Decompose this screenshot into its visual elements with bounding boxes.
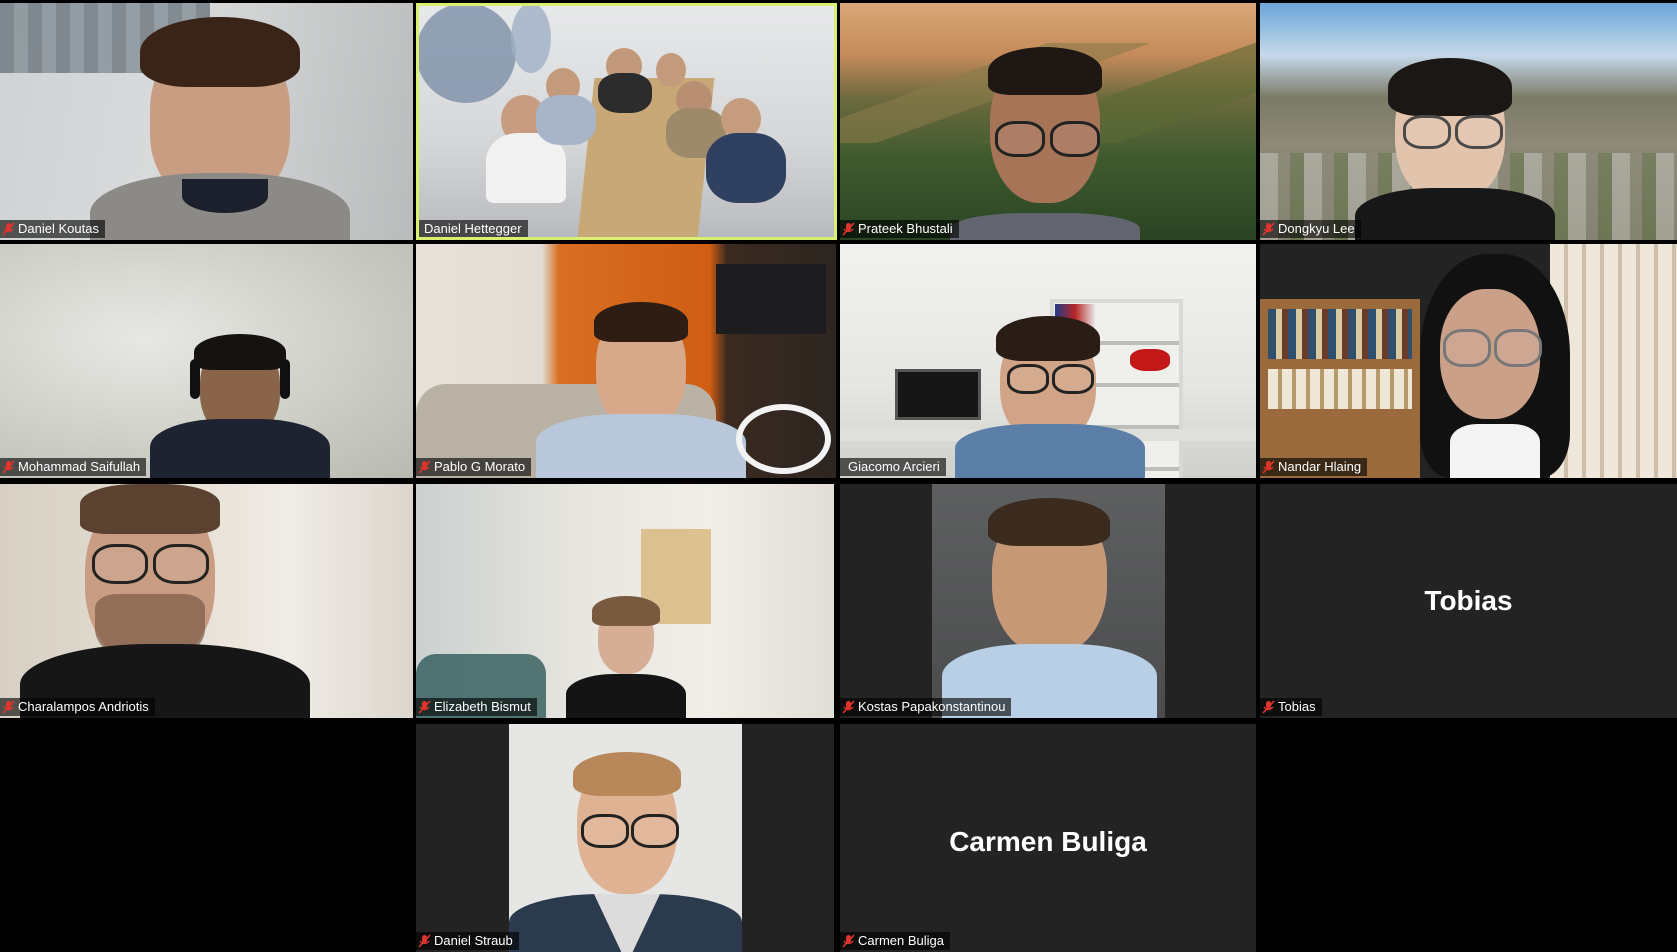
participant-name: Nandar Hlaing: [1278, 459, 1362, 474]
participant-tile[interactable]: Elizabeth Bismut: [416, 484, 834, 718]
participant-nameplate: Tobias: [1260, 698, 1322, 716]
participant-display-name: Carmen Buliga: [949, 826, 1147, 857]
participant-name: Prateek Bhustali: [858, 221, 953, 236]
participant-tile[interactable]: Daniel Koutas: [0, 3, 413, 240]
video-feed: [416, 244, 836, 478]
participant-name: Giacomo Arcieri: [848, 459, 940, 474]
mic-muted-icon: [842, 222, 855, 236]
participant-name: Tobias: [1278, 699, 1316, 714]
participant-name: Charalampos Andriotis: [18, 699, 149, 714]
mic-muted-icon: [2, 700, 15, 714]
participant-nameplate: Daniel Straub: [416, 932, 519, 950]
participant-tile-video-off[interactable]: Tobias Tobias: [1260, 484, 1677, 718]
video-feed: [1260, 3, 1677, 240]
participant-tile-video-off[interactable]: Carmen Buliga Carmen Buliga: [840, 724, 1256, 952]
participant-name: Elizabeth Bismut: [434, 699, 531, 714]
mic-muted-icon: [842, 700, 855, 714]
video-feed: [0, 484, 413, 718]
participant-nameplate: Prateek Bhustali: [840, 220, 959, 238]
participant-name: Daniel Hettegger: [424, 221, 522, 236]
video-feed: [0, 3, 413, 240]
mic-muted-icon: [1262, 700, 1275, 714]
participant-nameplate: Daniel Koutas: [0, 220, 105, 238]
participant-tile[interactable]: Prateek Bhustali: [840, 3, 1256, 240]
participant-tile[interactable]: Pablo G Morato: [416, 244, 836, 478]
video-feed: [0, 244, 413, 478]
participant-name: Kostas Papakonstantinou: [858, 699, 1006, 714]
video-feed: [840, 244, 1256, 478]
participant-nameplate: Charalampos Andriotis: [0, 698, 155, 716]
participant-name: Pablo G Morato: [434, 459, 526, 474]
participant-nameplate: Kostas Papakonstantinou: [840, 698, 1012, 716]
mic-muted-icon: [1262, 460, 1275, 474]
mic-muted-icon: [842, 934, 855, 948]
participant-nameplate: Dongkyu Lee: [1260, 220, 1361, 238]
participant-nameplate: Nandar Hlaing: [1260, 458, 1368, 476]
participant-tile[interactable]: Charalampos Andriotis: [0, 484, 413, 718]
participant-tile[interactable]: Nandar Hlaing: [1260, 244, 1677, 478]
participant-nameplate: Carmen Buliga: [840, 932, 950, 950]
participant-tile[interactable]: Daniel Straub: [416, 724, 834, 952]
video-feed: [416, 3, 837, 240]
mic-muted-icon: [2, 222, 15, 236]
participant-tile[interactable]: Giacomo Arcieri: [840, 244, 1256, 478]
participant-nameplate: Giacomo Arcieri: [840, 458, 946, 476]
participant-tile-active-speaker[interactable]: Daniel Hettegger: [416, 3, 837, 240]
participant-name: Mohammad Saifullah: [18, 459, 141, 474]
participant-nameplate: Daniel Hettegger: [416, 220, 528, 238]
profile-photo: [509, 724, 742, 952]
mic-muted-icon: [418, 700, 431, 714]
mic-muted-icon: [418, 934, 431, 948]
mic-muted-icon: [1262, 222, 1275, 236]
video-feed: [1260, 244, 1677, 478]
participant-name: Daniel Koutas: [18, 221, 99, 236]
participant-name: Carmen Buliga: [858, 933, 944, 948]
mic-muted-icon: [418, 460, 431, 474]
participant-nameplate: Mohammad Saifullah: [0, 458, 147, 476]
video-feed: [840, 3, 1256, 240]
mic-muted-icon: [2, 460, 15, 474]
video-gallery: Daniel Koutas Daniel Hettegger Prateek B…: [0, 0, 1677, 952]
participant-tile[interactable]: Mohammad Saifullah: [0, 244, 413, 478]
participant-nameplate: Pablo G Morato: [416, 458, 532, 476]
participant-tile[interactable]: Kostas Papakonstantinou: [840, 484, 1256, 718]
participant-nameplate: Elizabeth Bismut: [416, 698, 537, 716]
participant-name: Daniel Straub: [434, 933, 513, 948]
participant-name: Dongkyu Lee: [1278, 221, 1355, 236]
profile-photo: [932, 484, 1165, 718]
video-feed: [416, 484, 834, 718]
participant-display-name: Tobias: [1424, 585, 1513, 616]
participant-tile[interactable]: Dongkyu Lee: [1260, 3, 1677, 240]
